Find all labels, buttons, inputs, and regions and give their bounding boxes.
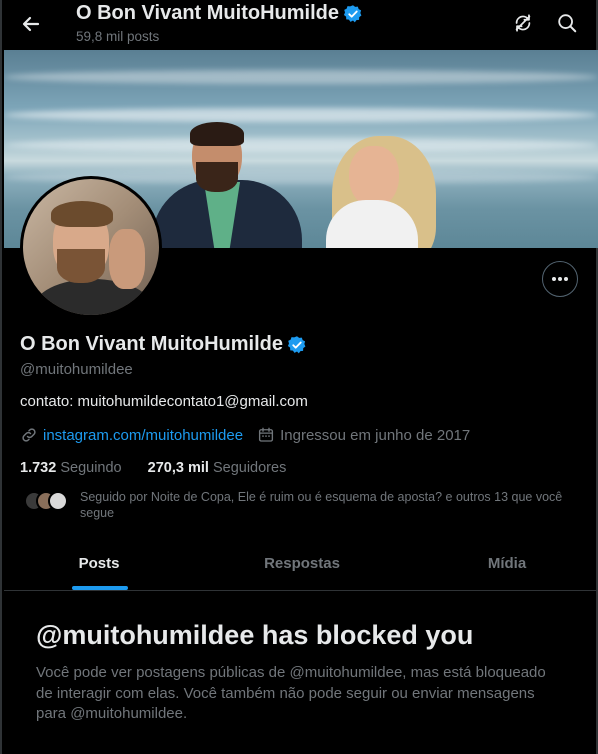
followed-by-text: Seguido por Noite de Copa, Ele é ruim ou… <box>80 490 563 520</box>
avatar[interactable] <box>20 176 162 318</box>
search-button[interactable] <box>554 10 580 36</box>
followers-link[interactable]: 270,3 mil Seguidores <box>148 460 287 476</box>
followers-label: Seguidores <box>212 460 287 476</box>
profile-name: O Bon Vivant MuitoHumilde <box>20 333 283 355</box>
banner-person-head <box>349 146 399 208</box>
profile-meta: instagram.com/muitohumildee Ingressou em… <box>20 426 470 444</box>
header-title: O Bon Vivant MuitoHumilde <box>76 2 339 24</box>
banner-wave <box>4 70 598 84</box>
verified-badge-icon <box>343 4 362 22</box>
profile-page: O Bon Vivant MuitoHumilde 59,8 mil posts <box>0 0 598 754</box>
active-tab-indicator <box>72 586 128 590</box>
refresh-button[interactable] <box>510 10 536 36</box>
banner-person-hair <box>190 122 244 146</box>
profile-bio: contato: muitohumildecontato1@gmail.com <box>20 393 308 410</box>
profile-handle: @muitohumildee <box>20 361 133 378</box>
banner-person-beard <box>196 162 238 192</box>
back-button[interactable] <box>16 9 46 39</box>
more-icon <box>552 277 568 281</box>
banner-wave <box>4 138 598 152</box>
tab-posts[interactable]: Posts <box>4 536 194 590</box>
post-count: 59,8 mil posts <box>76 29 160 44</box>
joined-date: Ingressou em junho de 2017 <box>280 426 471 444</box>
followed-by-avatars <box>24 491 70 513</box>
avatar-image <box>23 179 159 315</box>
profile-link[interactable]: instagram.com/muitohumildee <box>43 427 243 444</box>
following-count: 1.732 <box>20 460 57 476</box>
back-arrow-icon <box>22 16 40 32</box>
follow-stats: 1.732 Seguindo 270,3 mil Seguidores <box>20 460 286 476</box>
profile-name-row: O Bon Vivant MuitoHumilde <box>20 333 307 356</box>
avatar-hand <box>109 229 145 289</box>
tab-replies[interactable]: Respostas <box>207 536 397 590</box>
blocked-message: Você pode ver postagens públicas de @mui… <box>36 664 546 722</box>
following-label: Seguindo <box>60 460 122 476</box>
header-title-row: O Bon Vivant MuitoHumilde <box>76 2 363 25</box>
avatar-hair <box>51 201 113 227</box>
calendar-icon <box>259 427 274 442</box>
followers-count: 270,3 mil <box>147 460 209 476</box>
search-icon <box>558 14 577 33</box>
blocked-title: @muitohumildee has blocked you <box>36 620 474 650</box>
follower-avatar <box>48 491 68 511</box>
avatar-beard <box>57 249 105 283</box>
banner-wave <box>4 108 598 122</box>
profile-tabs: Posts Respostas Mídia <box>4 536 598 591</box>
link-icon <box>22 428 36 442</box>
verified-badge-icon[interactable] <box>287 335 307 355</box>
following-link[interactable]: 1.732 Seguindo <box>20 460 126 476</box>
tab-media[interactable]: Mídia <box>412 536 598 590</box>
blocked-notice: @muitohumildee has blocked you Você pode… <box>4 591 598 754</box>
refresh-icon <box>515 14 531 32</box>
more-options-button[interactable] <box>542 261 578 297</box>
top-bar: O Bon Vivant MuitoHumilde 59,8 mil posts <box>2 0 596 50</box>
